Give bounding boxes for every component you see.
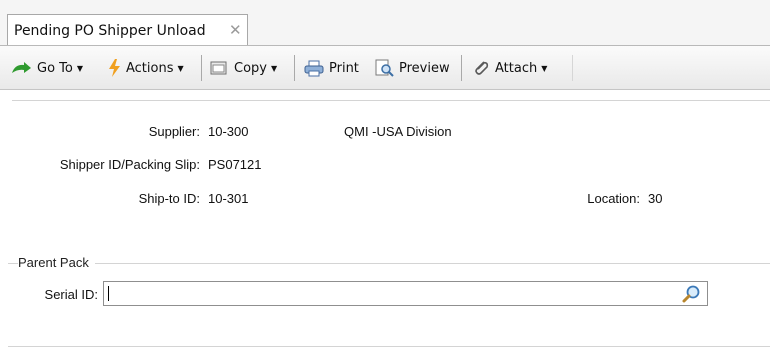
attach-label: Attach <box>495 60 538 76</box>
preview-icon <box>375 59 394 77</box>
shipper-label: Shipper ID/Packing Slip: <box>59 157 200 172</box>
lightning-icon <box>109 59 120 77</box>
chevron-down-icon: ▼ <box>76 63 84 73</box>
actions-button[interactable]: Actions ▼ <box>108 59 184 77</box>
supplier-label: Supplier: <box>148 124 200 139</box>
shipto-label: Ship-to ID: <box>138 191 200 206</box>
close-icon[interactable]: ✕ <box>229 21 242 39</box>
tab-strip: Pending PO Shipper Unload ✕ <box>0 0 770 45</box>
preview-button[interactable]: Preview <box>374 59 450 77</box>
section-divider <box>8 263 770 264</box>
supplier-code: 10-300 <box>208 124 249 139</box>
location-label: Location: <box>587 191 640 206</box>
tab-pending-po-shipper-unload[interactable]: Pending PO Shipper Unload ✕ <box>7 14 248 45</box>
goto-label: Go To <box>37 60 73 76</box>
text-cursor <box>108 286 109 301</box>
tab-title: Pending PO Shipper Unload <box>14 23 206 39</box>
toolbar-divider <box>201 55 202 81</box>
bottom-divider <box>8 346 770 347</box>
attach-button[interactable]: Attach ▼ <box>472 59 547 77</box>
paperclip-icon <box>475 61 489 75</box>
actions-label: Actions <box>126 60 174 76</box>
goto-button[interactable]: Go To ▼ <box>10 59 83 77</box>
search-icon[interactable] <box>681 284 701 304</box>
chevron-down-icon: ▼ <box>541 63 548 73</box>
toolbar-divider <box>461 55 462 81</box>
printer-icon <box>304 60 324 76</box>
toolbar-divider <box>294 55 295 81</box>
serial-id-input[interactable] <box>103 281 708 306</box>
copy-icon <box>210 61 227 75</box>
serial-label: Serial ID: <box>44 287 98 302</box>
preview-label: Preview <box>399 60 450 76</box>
chevron-down-icon: ▼ <box>177 63 184 73</box>
shipper-value: PS07121 <box>208 157 262 172</box>
copy-label: Copy <box>234 60 267 76</box>
arrow-icon <box>12 62 31 73</box>
shipto-value: 10-301 <box>208 191 249 206</box>
divider <box>12 100 770 101</box>
toolbar: Go To ▼ Actions ▼ Copy ▼ Print Preview A… <box>0 45 770 90</box>
location-value: 30 <box>648 191 663 206</box>
toolbar-divider <box>572 55 573 81</box>
copy-button[interactable]: Copy ▼ <box>209 59 277 77</box>
parent-pack-title: Parent Pack <box>18 255 95 270</box>
print-button[interactable]: Print <box>304 59 359 77</box>
supplier-name: QMI -USA Division <box>344 124 452 139</box>
print-label: Print <box>329 60 359 76</box>
chevron-down-icon: ▼ <box>270 63 278 73</box>
